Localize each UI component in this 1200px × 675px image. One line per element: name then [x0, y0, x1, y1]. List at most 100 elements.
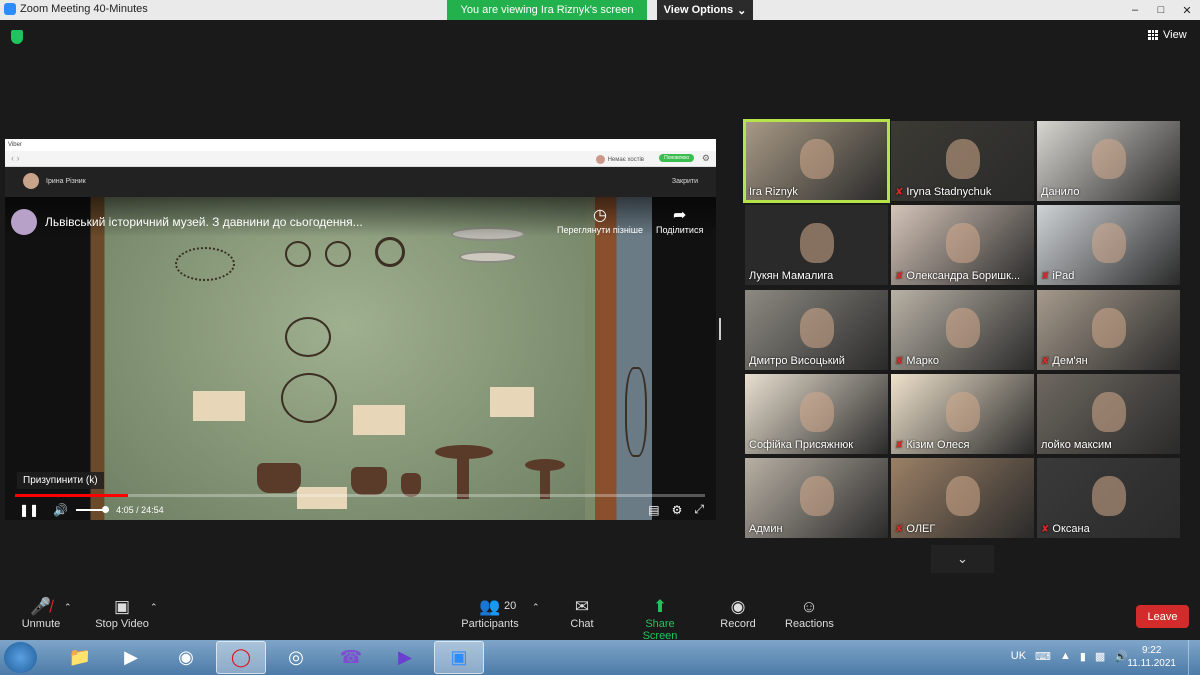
mic-muted-icon: ✘	[895, 270, 904, 282]
participant-tile[interactable]: Лукян Мамалига	[745, 205, 888, 285]
participant-tile[interactable]: Дмитро Висоцький	[745, 290, 888, 370]
participant-tile[interactable]: ✘ ОЛЕГ	[891, 458, 1034, 538]
participant-tile[interactable]: Данило	[1037, 121, 1180, 201]
taskbar-clock[interactable]: 9:22 11.11.2021	[1127, 644, 1176, 670]
watch-later-label: Переглянути пізніше	[557, 225, 644, 235]
participant-name: Олександра Боришк...	[906, 270, 1021, 282]
show-desktop-button[interactable]	[1188, 640, 1200, 675]
museum-display-case	[105, 197, 647, 520]
viber-contact[interactable]: Немає хостів	[595, 155, 644, 164]
participant-tile[interactable]: ✘ Дем'ян	[1037, 290, 1180, 370]
settings-gear-icon[interactable]: ⚙	[672, 503, 683, 517]
chrome-icon[interactable]: ◎	[271, 641, 321, 674]
viber-icon[interactable]: ☎	[326, 641, 376, 674]
unmute-button[interactable]: 🎤̸ Unmute	[18, 596, 64, 630]
share-arrow-icon: ➦	[672, 207, 687, 224]
participant-video	[799, 223, 834, 263]
start-button-icon[interactable]	[4, 642, 37, 673]
participant-name-label: ✘ Дем'ян	[1041, 355, 1088, 367]
viber-titlebar: Viber	[5, 139, 716, 151]
video-progress-bar[interactable]	[15, 494, 705, 497]
grid-icon	[1148, 30, 1158, 40]
media-player-icon[interactable]: ▶	[106, 641, 156, 674]
speaker-icon[interactable]: 🔊	[1114, 650, 1128, 663]
mic-muted-icon: ✘	[895, 439, 904, 451]
contact-avatar	[595, 155, 605, 164]
gallery-scroll-down-button[interactable]: ⌄	[931, 545, 994, 573]
participant-name: Оксана	[1052, 523, 1090, 535]
power-icon[interactable]: ▮	[1080, 650, 1086, 663]
exit-fullscreen-icon[interactable]: ⤢	[694, 502, 704, 517]
nav-arrows-icon[interactable]: ‹ ›	[11, 153, 20, 163]
participant-tile[interactable]: ✘ Олександра Боришк...	[891, 205, 1034, 285]
maximize-icon[interactable]: □	[1148, 0, 1174, 20]
contact-label: Немає хостів	[607, 156, 644, 163]
audio-options-caret-icon[interactable]: ⌃	[64, 602, 72, 613]
view-button[interactable]: View	[1148, 29, 1187, 41]
shield-icon[interactable]	[11, 30, 23, 44]
record-label: Record	[720, 618, 756, 630]
participants-caret-icon[interactable]: ⌃	[532, 602, 540, 613]
firefox-icon[interactable]: ◉	[161, 641, 211, 674]
teams-icon[interactable]: ▶	[380, 641, 430, 674]
record-button[interactable]: ◉ Record	[719, 596, 757, 630]
participant-name: лойко максим	[1041, 439, 1112, 451]
view-options-button[interactable]: View Options ⌄	[657, 0, 753, 20]
camera-icon: ▣	[113, 597, 131, 616]
file-explorer-icon[interactable]: 📁	[55, 641, 105, 674]
participant-name: iPad	[1052, 270, 1075, 282]
watch-later-button[interactable]: ◷ Переглянути пізніше	[557, 205, 643, 235]
participant-name: Кізим Олеся	[906, 439, 970, 451]
keyboard-icon[interactable]: ⌨	[1035, 650, 1051, 663]
zoom-taskbar-icon[interactable]: ▣	[434, 641, 484, 674]
video-controls: ❚❚ 🔊 4:05 / 24:54 ▤ ⚙ ⤢	[5, 499, 716, 520]
participant-video	[799, 139, 834, 179]
share-screen-button[interactable]: ⬆ Share Screen	[627, 596, 693, 642]
close-icon[interactable]: ✕	[1174, 0, 1200, 20]
video-options-caret-icon[interactable]: ⌃	[150, 602, 158, 613]
share-video-button[interactable]: ➦ Поділитися	[656, 205, 703, 235]
participant-tile[interactable]: Софійка Присяжнюк	[745, 374, 888, 454]
participant-tile[interactable]: ✘ iPad	[1037, 205, 1180, 285]
participant-tile[interactable]: ✘ Оксана	[1037, 458, 1180, 538]
minimize-icon[interactable]: –	[1122, 0, 1148, 20]
mic-muted-icon: ✘	[895, 355, 904, 367]
volume-icon[interactable]: 🔊	[53, 503, 68, 517]
participant-tile[interactable]: ✘ Кізим Олеся	[891, 374, 1034, 454]
video-player[interactable]: Львівський історичний музей. З давнини д…	[5, 197, 716, 520]
network-icon[interactable]: ▩	[1095, 650, 1105, 663]
chevron-down-icon: ⌄	[957, 551, 968, 566]
tray-arrow-icon[interactable]: ▲	[1060, 650, 1071, 663]
channel-avatar[interactable]	[11, 209, 37, 235]
avatar	[23, 173, 39, 189]
mic-muted-icon: 🎤̸	[30, 597, 52, 616]
participant-tile[interactable]: Админ	[745, 458, 888, 538]
viber-close-button[interactable]: Закрити	[672, 178, 698, 185]
app-title: Zoom Meeting 40-Minutes	[4, 3, 148, 15]
reactions-button[interactable]: ☺ Reactions	[785, 596, 834, 630]
opera-icon[interactable]: ◯	[216, 641, 266, 674]
volume-slider[interactable]	[76, 505, 110, 513]
subtitles-icon[interactable]: ▤	[648, 503, 659, 517]
viber-call-button[interactable]: Поновлюю	[659, 154, 694, 162]
participant-name: Лукян Мамалига	[749, 270, 834, 282]
leave-button[interactable]: Leave	[1136, 605, 1189, 628]
stop-video-label: Stop Video	[95, 618, 149, 630]
participant-tile[interactable]: ✘ Iryna Stadnychuk	[891, 121, 1034, 201]
volume-knob[interactable]	[102, 505, 110, 513]
windows-taskbar: 📁 ▶ ◉ ◯ ◎ ☎ ▶ ▣ UK ⌨ ▲ ▮ ▩ 🔊 9:22 11.11.…	[0, 640, 1200, 675]
shared-screen[interactable]: Viber ‹ › Немає хостів Поновлюю ⚙ Ірина …	[5, 139, 716, 520]
chat-button[interactable]: ✉ Chat	[566, 596, 598, 630]
video-title[interactable]: Львівський історичний музей. З давнини д…	[45, 215, 363, 229]
participant-tile[interactable]: лойко максим	[1037, 374, 1180, 454]
video-controls-right: ▤ ⚙ ⤢	[648, 499, 704, 520]
language-indicator[interactable]: UK	[1011, 650, 1026, 663]
participant-tile[interactable]: Ira Riznyk	[743, 119, 890, 203]
participant-name: ОЛЕГ	[906, 523, 936, 535]
gear-icon[interactable]: ⚙	[702, 153, 710, 164]
stop-video-button[interactable]: ▣ Stop Video	[93, 596, 151, 630]
participant-tile[interactable]: ✘ Марко	[891, 290, 1034, 370]
split-handle[interactable]	[719, 318, 721, 340]
participant-name: Софійка Присяжнюк	[749, 439, 854, 451]
pause-icon[interactable]: ❚❚	[19, 503, 39, 517]
